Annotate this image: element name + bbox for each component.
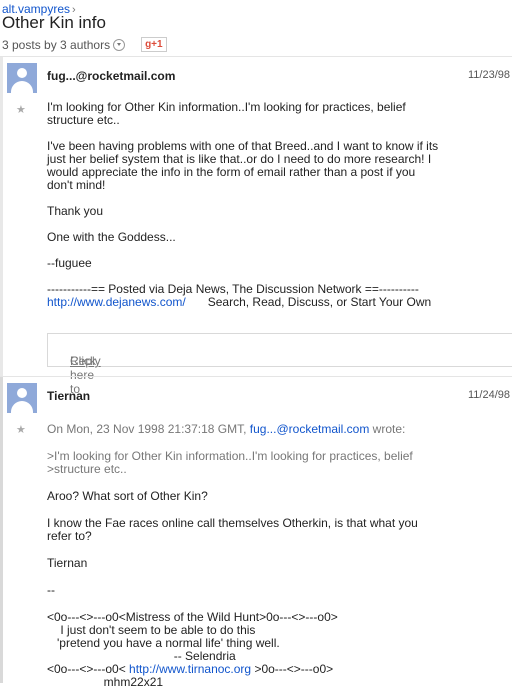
body-line: --: [47, 583, 55, 597]
post-left-bar: [0, 57, 3, 377]
wrote-prefix: On Mon, 23 Nov 1998 21:37:18 GMT,: [47, 422, 250, 436]
wrote-line: On Mon, 23 Nov 1998 21:37:18 GMT, fug...…: [47, 423, 497, 436]
post-author[interactable]: fug...@rocketmail.com: [47, 69, 175, 83]
body-line: refer to?: [47, 529, 92, 543]
signature-text: <0o---<>---o0<: [47, 662, 130, 676]
post-body: I'm looking for Other Kin information..I…: [47, 101, 497, 309]
post-left-bar: [0, 377, 3, 683]
star-icon[interactable]: ★: [16, 423, 26, 436]
avatar[interactable]: [7, 63, 37, 93]
post-2: ★ Tiernan 11/24/98 On Mon, 23 Nov 1998 2…: [0, 376, 512, 689]
body-line: Thank you: [47, 204, 104, 218]
chevron-down-icon[interactable]: [113, 38, 126, 51]
author-email-link[interactable]: fug...@rocketmail.com: [250, 422, 370, 436]
body-line: would appreciate the info in the form of…: [47, 165, 416, 179]
body-line: One with the Goddess...: [47, 230, 176, 244]
google-plus-one-button[interactable]: g+1: [141, 37, 167, 52]
body-text: Search, Read, Discuss, or Start Your Own: [207, 295, 432, 309]
post-date: 11/23/98: [467, 69, 510, 81]
body-line: structure etc..: [47, 113, 120, 127]
dejanews-link[interactable]: http://www.dejanews.com/: [47, 295, 186, 309]
star-icon[interactable]: ★: [16, 103, 26, 116]
body-line: http://www.dejanews.com/Search, Read, Di…: [47, 296, 497, 309]
signature-line: mhm22x21: [47, 675, 164, 689]
post-author[interactable]: Tiernan: [47, 389, 90, 403]
thread-meta: 3 posts by 3 authors g+1: [2, 37, 167, 52]
wrote-suffix: wrote:: [369, 422, 406, 436]
body-line: Tiernan: [47, 556, 88, 570]
quote-line: >structure etc..: [47, 462, 127, 476]
post-1: ★ fug...@rocketmail.com 11/23/98 I'm loo…: [0, 56, 512, 396]
post-body: On Mon, 23 Nov 1998 21:37:18 GMT, fug...…: [47, 423, 497, 689]
posts-count: 3 posts by 3 authors: [2, 37, 111, 52]
reply-link[interactable]: Reply: [70, 354, 101, 368]
post-date: 11/24/98: [467, 389, 510, 401]
body-line: Aroo? What sort of Other Kin?: [47, 489, 208, 503]
tirnanoc-link[interactable]: http://www.tirnanoc.org: [129, 662, 251, 676]
body-line: --fuguee: [47, 256, 92, 270]
signature-text: >0o---<>---o0>: [251, 662, 334, 676]
body-line: I know the Fae races online call themsel…: [47, 516, 418, 530]
reply-box[interactable]: Click here to Reply: [47, 333, 512, 396]
avatar[interactable]: [7, 383, 37, 413]
body-line: don't mind!: [47, 178, 106, 192]
page-title: Other Kin info: [2, 13, 106, 32]
